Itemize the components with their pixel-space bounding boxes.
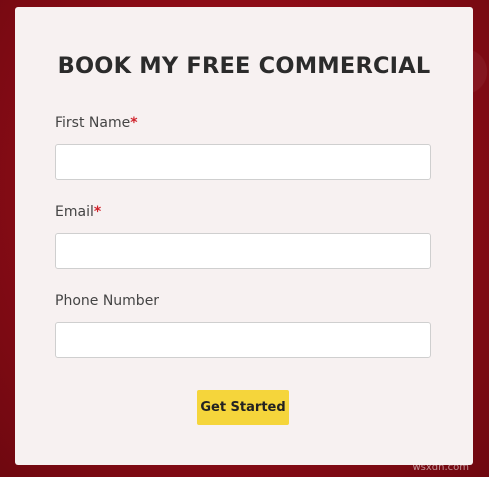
first-name-input[interactable] [55,144,431,180]
phone-number-label: Phone Number [55,293,159,309]
first-name-required-marker: * [130,115,138,131]
booking-form-card: BOOK MY FREE COMMERCIAL First Name* Emai… [15,7,473,465]
phone-number-input[interactable] [55,322,431,358]
first-name-label-text: First Name [55,115,131,131]
email-input[interactable] [55,233,431,269]
email-label-text: Email [55,204,94,220]
email-label: Email* [55,204,101,220]
phone-number-label-text: Phone Number [55,293,160,309]
form-title: BOOK MY FREE COMMERCIAL [57,53,431,79]
get-started-button[interactable]: Get Started [197,390,289,425]
email-required-marker: * [93,204,102,220]
first-name-label: First Name* [55,115,138,131]
watermark: wsxdn.com [412,462,469,473]
